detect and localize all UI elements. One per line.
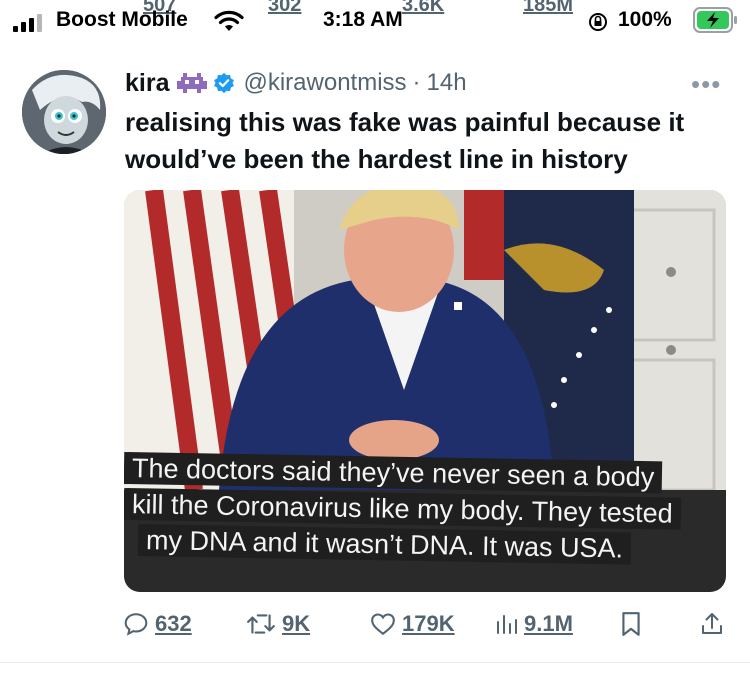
reply-count: 632 [155,611,192,636]
tweet-time[interactable]: 14h [427,69,467,97]
views-count: 9.1M [524,611,573,636]
separator-dot: · [412,69,421,96]
display-name[interactable]: kira [125,69,169,98]
views-icon [497,615,517,634]
like-button[interactable]: 179K [370,611,455,637]
battery-percent: 100% [618,8,672,31]
bookmark-button[interactable] [620,611,648,637]
alien-emoji-icon [177,73,208,93]
battery-icon [693,7,737,33]
ghost-count: 302 [268,0,302,16]
bookmark-icon [622,612,640,636]
like-count: 179K [402,611,455,636]
more-options-button[interactable]: ••• [691,69,721,100]
share-icon [702,613,722,634]
reply-button[interactable]: 632 [123,611,192,637]
handle[interactable]: @kirawontmiss [243,69,406,97]
tweet-text: realising this was fake was painful beca… [125,107,685,174]
retweet-icon [247,614,275,634]
status-bar: 507 302 3.6K 185M Boost Mobile 3:18 AM 1… [0,0,750,40]
tweet-header: kira @kirawontmiss · 14h [125,66,467,100]
avatar[interactable] [22,70,106,154]
retweet-button[interactable]: 9K [246,611,310,637]
tweet-actions: 632 9K 179K 9.1M [0,611,750,645]
views-button[interactable]: 9.1M [494,611,573,637]
carrier-name: Boost Mobile [56,8,188,31]
reply-icon [124,613,148,636]
retweet-count: 9K [282,611,311,636]
ghost-count: 185M [523,0,574,16]
wifi-icon [214,10,244,31]
ghost-count: 3.6K [402,0,445,16]
share-button[interactable] [700,611,730,637]
divider [0,662,750,663]
verified-icon [214,72,235,94]
like-icon [371,613,395,636]
alarm-lock-icon [589,13,607,31]
clock-time: 3:18 AM [323,8,403,31]
signal-icon [13,14,42,32]
tweet-media-image[interactable]: The doctors said they’ve never seen a bo… [124,190,726,592]
